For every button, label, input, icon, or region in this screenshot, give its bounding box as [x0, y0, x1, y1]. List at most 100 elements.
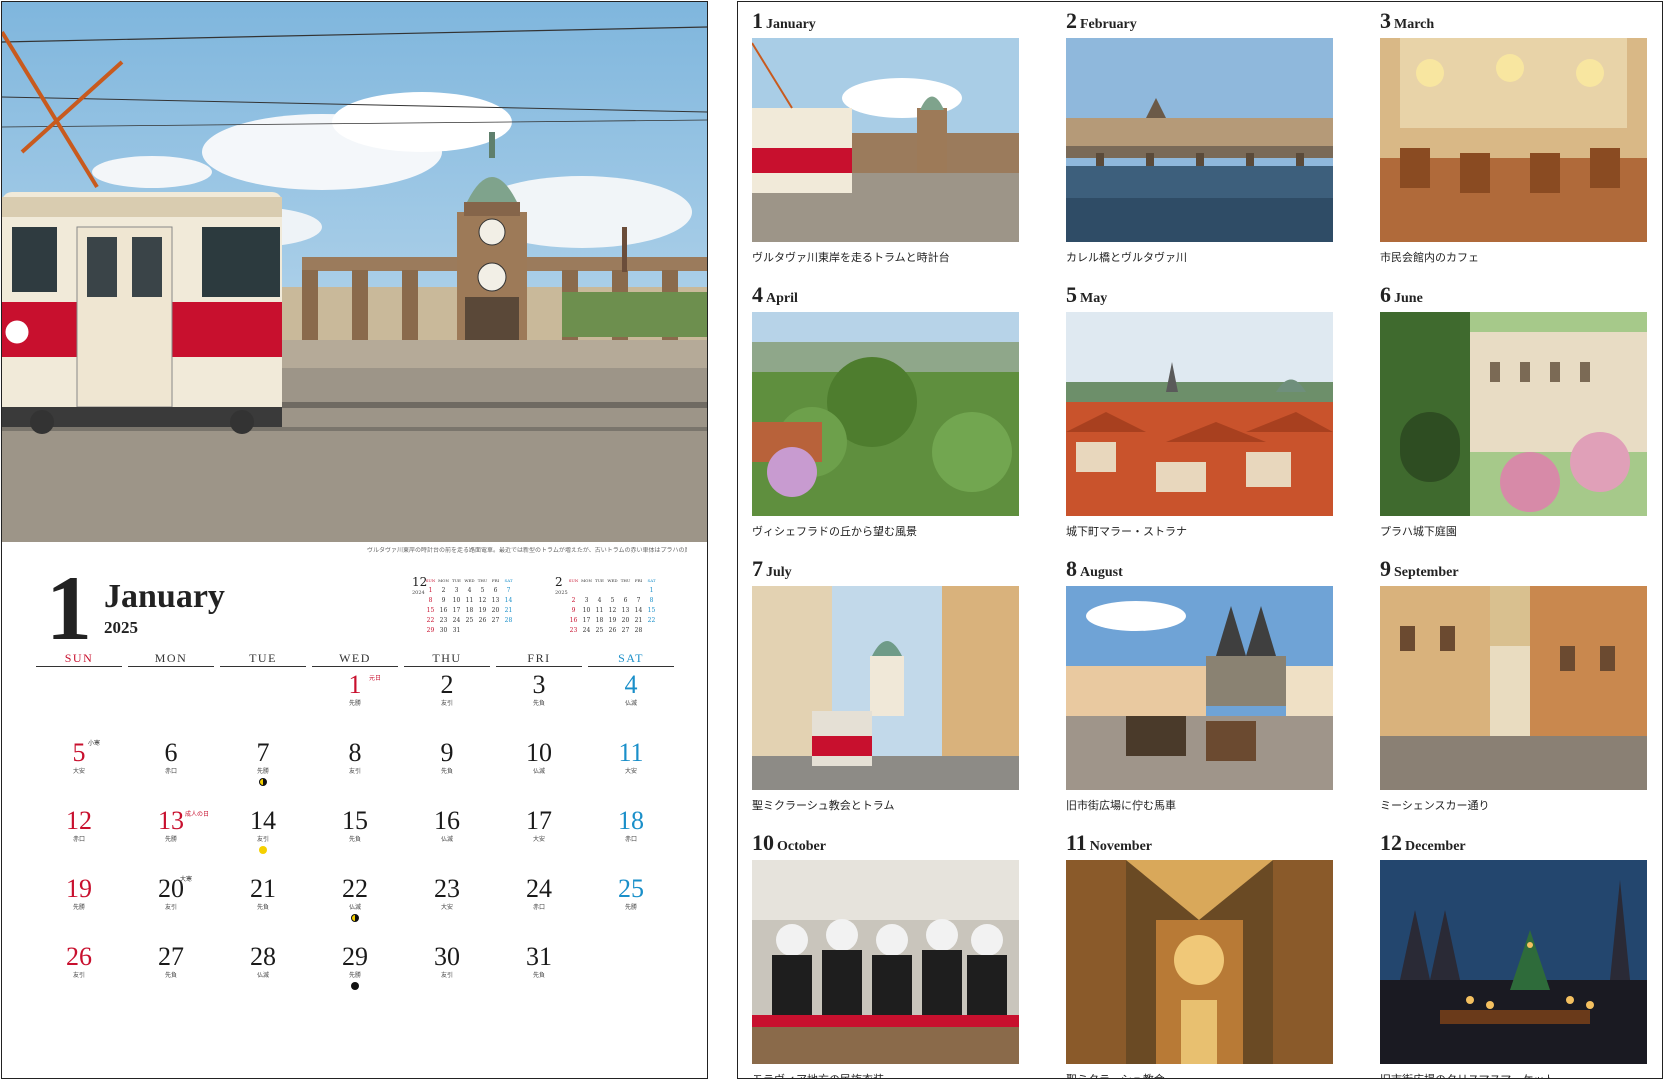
- mini-day: 3: [454, 587, 459, 594]
- mini-day: 15: [647, 607, 656, 614]
- day-number: 27: [158, 942, 184, 971]
- month-caption: 旧市街広場のクリスマスマーケット: [1380, 1071, 1555, 1078]
- month-label: 11 November: [1066, 830, 1152, 855]
- day-cell: 25 先勝: [585, 874, 677, 940]
- mini-day: 20: [491, 607, 500, 614]
- month-photo: [1066, 586, 1333, 790]
- rokuyo-label: 友引: [256, 836, 269, 843]
- day-number: 1: [348, 670, 362, 699]
- mini-day: 19: [608, 617, 617, 624]
- mini-weekday: SAT: [504, 578, 513, 583]
- rokuyo-label: 友引: [164, 904, 177, 911]
- month-photo: [1066, 312, 1333, 516]
- mini-weekday: FRI: [491, 578, 500, 583]
- month-name: March: [1394, 17, 1435, 32]
- mini-year: 2025: [555, 590, 568, 596]
- mini-day: 9: [571, 607, 576, 614]
- rokuyo-label: 赤口: [532, 904, 545, 911]
- day-cell: 23 大安: [401, 874, 493, 940]
- month-number: 2: [1066, 8, 1077, 33]
- month-photo: [752, 312, 1019, 516]
- mini-day: 10: [452, 597, 461, 604]
- day-cell: 15 先負: [309, 806, 401, 872]
- mini-day: 29: [426, 627, 435, 634]
- mini-calendar-previous-month: 12 2024 SUN MON TUE WED THU FRI SAT 1 2 3 4 5 6 7 8 9 10…: [412, 576, 537, 636]
- rokuyo-label: 赤口: [164, 768, 177, 775]
- full-moon-icon: [259, 846, 267, 854]
- hero-illustration: [2, 2, 707, 542]
- rokuyo-label: 先負: [164, 972, 177, 979]
- rokuyo-label: 先負: [440, 768, 453, 775]
- mini-day: 5: [610, 597, 615, 604]
- mini-day: 10: [582, 607, 591, 614]
- mini-weekday: WED: [607, 578, 618, 583]
- day-cell: 2 友引: [401, 670, 493, 736]
- mini-day: [463, 626, 476, 636]
- month-photo: [752, 860, 1019, 1064]
- day-cell: 4 仏滅: [585, 670, 677, 736]
- mini-day: [632, 586, 645, 596]
- month-caption: モラヴィア地方の民族衣装: [752, 1071, 884, 1078]
- rokuyo-label: 仏滅: [348, 904, 361, 911]
- half-moon-icon: [259, 778, 267, 786]
- mini-day: 27: [491, 617, 500, 624]
- rokuyo-label: 先勝: [348, 972, 361, 979]
- mini-weekday: THU: [620, 578, 631, 583]
- month-photo: [1380, 860, 1647, 1064]
- mini-day: [593, 586, 606, 596]
- month-name: June: [1394, 291, 1423, 306]
- day-number: 24: [526, 874, 552, 903]
- mini-day: 21: [504, 607, 513, 614]
- month-caption: ミーシェンスカー通り: [1380, 799, 1490, 812]
- month-name: September: [1394, 565, 1459, 580]
- mini-day: 3: [584, 597, 589, 604]
- month-caption: 旧市街広場に佇む馬車: [1066, 799, 1176, 812]
- day-cell: 1 先勝 元日: [309, 670, 401, 736]
- mini-day: 7: [506, 587, 511, 594]
- day-cell: 5 大安 小寒: [33, 738, 125, 804]
- mini-day: 6: [493, 587, 498, 594]
- mini-calendar-next-month: 2 2025 SUN MON TUE WED THU FRI SAT 1 2 3 4 5 6 7 8 9 10 1…: [555, 576, 680, 636]
- mini-day: 17: [452, 607, 461, 614]
- month-number: 4: [752, 282, 763, 307]
- mini-day: 28: [634, 627, 643, 634]
- weekday-sun: SUN: [36, 650, 122, 667]
- month-photo: [1066, 38, 1333, 242]
- day-number: 12: [66, 806, 92, 835]
- mini-day: 30: [439, 627, 448, 634]
- day-number: 17: [526, 806, 552, 835]
- mini-day: 4: [597, 597, 602, 604]
- day-cell: 18 赤口: [585, 806, 677, 872]
- rokuyo-label: 大安: [532, 836, 545, 843]
- rokuyo-label: 仏滅: [532, 768, 545, 775]
- rokuyo-label: 友引: [348, 768, 361, 775]
- mini-day: [645, 626, 658, 636]
- rokuyo-label: 赤口: [72, 836, 85, 843]
- mini-day: 23: [439, 617, 448, 624]
- weekday-wed: WED: [312, 650, 398, 667]
- day-number: 29: [342, 942, 368, 971]
- month-name: April: [766, 291, 798, 306]
- month-photo: [1380, 586, 1647, 790]
- rokuyo-label: 先負: [532, 700, 545, 707]
- day-number: 23: [434, 874, 460, 903]
- month-name: November: [1089, 839, 1152, 854]
- month-label: 1 January: [752, 8, 816, 33]
- day-number: 25: [618, 874, 644, 903]
- mini-day: 25: [595, 627, 604, 634]
- mini-day: 14: [504, 597, 513, 604]
- month-label: 6 June: [1380, 282, 1423, 307]
- month-name: August: [1080, 565, 1123, 580]
- mini-day: 27: [621, 627, 630, 634]
- day-cell: 22 仏滅: [309, 874, 401, 940]
- day-cell: 29 先勝: [309, 942, 401, 1008]
- mini-day: [567, 586, 580, 596]
- rokuyo-label: 先負: [348, 836, 361, 843]
- month-label: 8 August: [1066, 556, 1123, 581]
- month-number: 10: [752, 830, 774, 855]
- rokuyo-label: 友引: [440, 972, 453, 979]
- rokuyo-label: 先勝: [624, 904, 637, 911]
- holiday-label: 成人の日: [185, 811, 210, 818]
- mini-day: [476, 626, 489, 636]
- mini-grid: SUN MON TUE WED THU FRI SAT 1 2 3 4 5 6 7 8 9 10 11 12 13 14…: [424, 576, 515, 636]
